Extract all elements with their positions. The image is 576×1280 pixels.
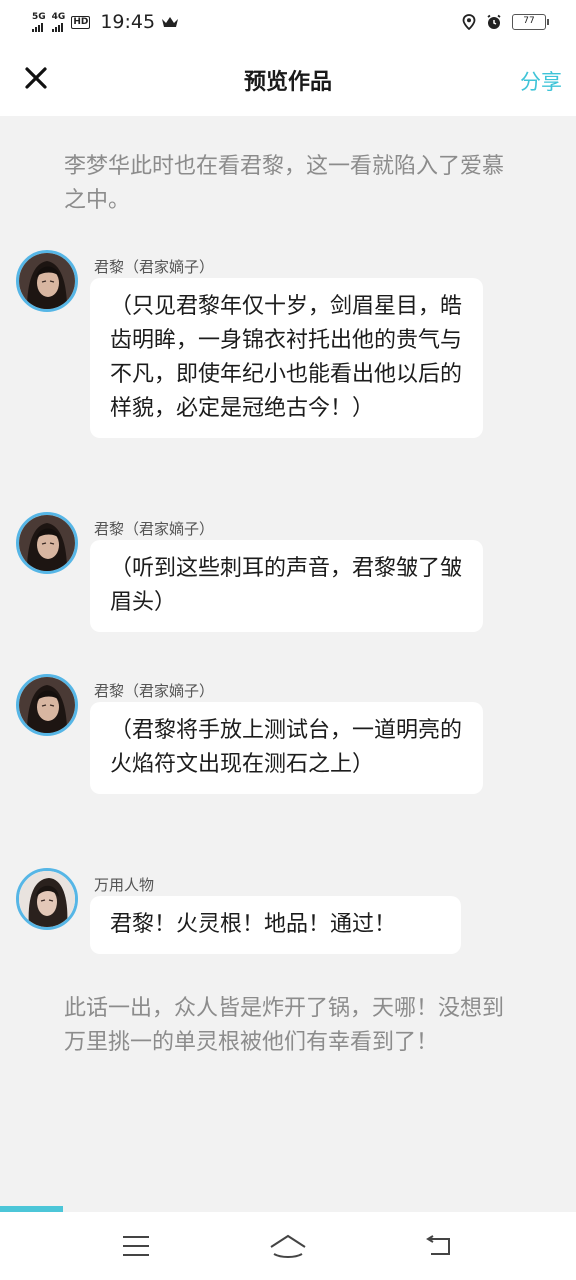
avatar[interactable] (16, 674, 78, 736)
home-icon[interactable] (269, 1233, 307, 1259)
back-button[interactable] (420, 1226, 460, 1266)
status-left: 5G 4G HD 19:45 (32, 11, 179, 33)
network-4g: 4G (51, 11, 66, 32)
back-icon[interactable] (425, 1234, 455, 1258)
avatar[interactable] (16, 868, 78, 930)
avatar[interactable] (16, 512, 78, 574)
signal-bars-icon (32, 22, 43, 32)
system-nav-bar (0, 1212, 576, 1280)
menu-button[interactable] (116, 1226, 156, 1266)
speaker-name: 万用人物 (94, 876, 155, 894)
character-portrait-icon (19, 515, 75, 571)
app-header: 预览作品 分享 (0, 44, 576, 116)
network-5g-label: 5G (32, 11, 46, 22)
hd-badge: HD (71, 15, 91, 29)
network-5g: 5G (32, 11, 46, 32)
page-title: 预览作品 (243, 70, 332, 95)
speaker-name: 君黎（君家嫡子） (94, 520, 215, 538)
story-preview: 李梦华此时也在看君黎，这一看就陷入了爱慕之中。 君黎（君家嫡子） （只见君黎年仅… (0, 116, 576, 1212)
dialogue-bubble: 君黎！火灵根！地品！通过！ (90, 896, 461, 954)
dialogue-bubble: （只见君黎年仅十岁，剑眉星目，皓齿明眸，一身锦衣衬托出他的贵气与不凡，即使年纪小… (90, 278, 483, 438)
character-portrait-icon (19, 677, 75, 733)
character-portrait-icon (19, 253, 75, 309)
menu-icon[interactable] (121, 1234, 151, 1258)
battery-level: 77 (523, 16, 535, 26)
clock: 19:45 (100, 11, 156, 33)
network-4g-label: 4G (51, 11, 66, 22)
character-portrait-icon (19, 871, 75, 927)
avatar[interactable] (16, 250, 78, 312)
status-right: 77 (462, 14, 549, 30)
narration-top: 李梦华此时也在看君黎，这一看就陷入了爱慕之中。 (64, 154, 505, 213)
signal-bars-icon (51, 22, 63, 32)
battery-icon: 77 (512, 14, 549, 30)
close-button[interactable] (22, 64, 50, 92)
location-icon (462, 14, 476, 30)
speaker-name: 君黎（君家嫡子） (94, 258, 215, 276)
alarm-icon (487, 14, 501, 29)
close-icon[interactable] (24, 66, 48, 90)
dialogue-bubble: （君黎将手放上测试台，一道明亮的火焰符文出现在测石之上） (90, 702, 483, 794)
speaker-name: 君黎（君家嫡子） (94, 682, 215, 700)
crown-icon (162, 17, 179, 27)
share-button[interactable]: 分享 (520, 66, 562, 96)
dialogue-bubble: （听到这些刺耳的声音，君黎皱了皱眉头） (90, 540, 483, 632)
status-bar: 5G 4G HD 19:45 77 (0, 0, 576, 44)
home-button[interactable] (268, 1226, 308, 1266)
narration-bottom: 此话一出，众人皆是炸开了锅，天哪！没想到万里挑一的单灵根被他们有幸看到了！ (64, 996, 505, 1055)
